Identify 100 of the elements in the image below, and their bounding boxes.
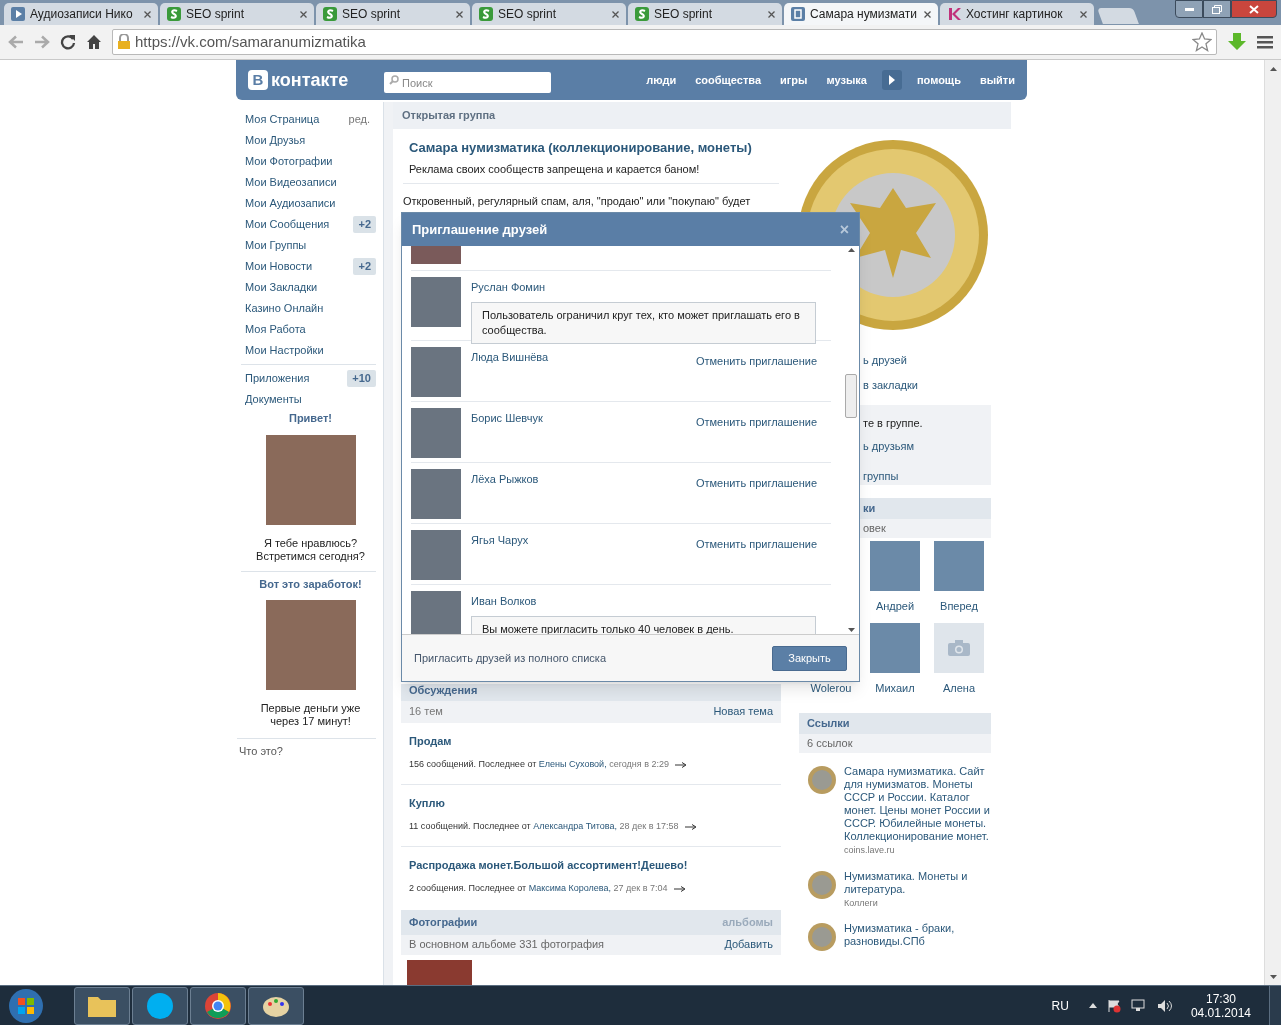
- new-tab-button[interactable]: [1097, 8, 1139, 24]
- close-dialog-button[interactable]: Закрыть: [772, 645, 847, 671]
- member-name[interactable]: Андрей: [875, 598, 915, 615]
- scrollbar-thumb[interactable]: [845, 374, 857, 418]
- show-desktop-button[interactable]: [1269, 985, 1281, 1025]
- taskbar-button[interactable]: [132, 986, 188, 1025]
- member-name[interactable]: Михаил: [875, 679, 915, 696]
- dialog-title: Приглашение друзей: [412, 220, 548, 239]
- scroll-up-icon[interactable]: [1269, 66, 1277, 71]
- nav-link[interactable]: выйти: [979, 71, 1015, 89]
- sidebar-item[interactable]: Мои Закладки: [245, 279, 318, 296]
- clock-time[interactable]: 17:30: [1205, 991, 1236, 1006]
- browser-tab[interactable]: SEO sprint: [628, 3, 782, 25]
- nav-link[interactable]: музыка: [826, 71, 867, 89]
- sidebar-item[interactable]: Мои Сообщения: [245, 216, 330, 233]
- add-photo-link[interactable]: Добавить: [724, 936, 773, 953]
- membership-link[interactable]: группы: [863, 468, 991, 485]
- sidebar-item[interactable]: Моя Страница: [245, 111, 320, 128]
- browser-tab[interactable]: SEO sprint: [316, 3, 470, 25]
- sidebar-item[interactable]: Документы: [245, 391, 302, 408]
- member-name[interactable]: Алена: [942, 679, 976, 696]
- nav-link[interactable]: люди: [646, 71, 677, 89]
- sidebar-item[interactable]: Мои Настройки: [245, 342, 324, 359]
- edit-link[interactable]: ред.: [348, 111, 370, 128]
- clock-date[interactable]: 04.01.2014: [1190, 1005, 1251, 1020]
- link-title[interactable]: Нумизматика - браки, разновиды.СПб: [844, 922, 991, 948]
- friend-name[interactable]: Люда Вишнёва: [471, 349, 549, 370]
- cancel-invite-link[interactable]: Отменить приглашение: [695, 414, 817, 431]
- sidebar-item[interactable]: Моя Работа: [245, 321, 306, 338]
- nav-link[interactable]: игры: [780, 71, 808, 89]
- member-name[interactable]: Wolerou: [810, 679, 852, 696]
- maximize-button[interactable]: [1203, 0, 1231, 18]
- address-bar[interactable]: https://vk.com/samaranumizmatika: [112, 29, 1217, 55]
- scroll-down-icon[interactable]: [1269, 974, 1277, 979]
- play-button[interactable]: [881, 70, 902, 90]
- browser-tab[interactable]: Аудиозаписи Нико: [4, 3, 158, 25]
- ad-text[interactable]: Я тебе нравлюсь? Встретимся сегодня?: [245, 536, 376, 563]
- search-field[interactable]: Поиск: [384, 72, 551, 93]
- nav-link[interactable]: помощь: [916, 71, 961, 89]
- cancel-invite-link[interactable]: Отменить приглашение: [695, 353, 817, 370]
- scrollbar[interactable]: [843, 246, 859, 634]
- author-link[interactable]: Александра Титова,: [533, 821, 618, 831]
- friend-name[interactable]: Борис Шевчук: [471, 410, 543, 431]
- ads-info-link[interactable]: Что это?: [239, 743, 376, 760]
- dollar-icon: [479, 7, 493, 21]
- menu-icon: [1257, 34, 1273, 50]
- sidebar-item[interactable]: Мои Друзья: [245, 132, 306, 149]
- browser-tab[interactable]: Самара нумизмати: [784, 3, 938, 25]
- member-count: овек: [863, 521, 886, 537]
- browser-tab[interactable]: SEO sprint: [472, 3, 626, 25]
- new-topic-link[interactable]: Новая тема: [713, 703, 773, 720]
- cancel-invite-link[interactable]: Отменить приглашение: [695, 475, 817, 492]
- sidebar-item[interactable]: Мои Группы: [245, 237, 307, 254]
- taskbar-button[interactable]: [248, 986, 304, 1025]
- browser-tab[interactable]: SEO sprint: [160, 3, 314, 25]
- link-title[interactable]: Нумизматика. Монеты и литература.: [844, 869, 991, 896]
- taskbar-button[interactable]: [74, 986, 130, 1025]
- dollar-icon: [323, 7, 337, 21]
- minimize-button[interactable]: [1175, 0, 1203, 18]
- sidebar-item[interactable]: Мои Аудиозаписи: [245, 195, 336, 212]
- language-indicator[interactable]: RU: [1051, 996, 1069, 1015]
- topic-title[interactable]: Куплю: [409, 794, 773, 811]
- browser-tab[interactable]: Хостинг картинок: [940, 3, 1094, 25]
- ad-text[interactable]: Первые деньги уже через 17 минут!: [245, 702, 376, 728]
- sidebar-item[interactable]: Казино Онлайн: [245, 300, 324, 317]
- ad-title[interactable]: Вот это заработок!: [245, 575, 376, 592]
- scroll-down-icon: [847, 628, 855, 632]
- action-link[interactable]: ь друзей: [863, 352, 991, 369]
- topic-title[interactable]: Продам: [409, 732, 773, 749]
- membership-link[interactable]: ь друзьям: [863, 437, 991, 454]
- avatar-placeholder[interactable]: [934, 622, 984, 673]
- friend-name[interactable]: Руслан Фомин: [471, 279, 546, 296]
- author-link[interactable]: Максима Королева,: [528, 883, 612, 893]
- invite-all-link[interactable]: Пригласить друзей из полного списка: [414, 649, 606, 667]
- sidebar-item[interactable]: Приложения: [245, 370, 310, 387]
- logo-text[interactable]: контакте: [271, 66, 349, 94]
- topic-count: 16 тем: [409, 704, 443, 720]
- sidebar-item[interactable]: Мои Новости: [245, 258, 313, 275]
- author-link[interactable]: Елены Суховой,: [538, 759, 607, 769]
- link-subtitle: Коллеги: [844, 896, 879, 910]
- link-title[interactable]: Самара нумизматика. Сайт для нумизматов. Монеты СССР и России. Каталог монет. Цены монет России и СССР. Юбилейные монеты. Коллекционирование монет.: [844, 765, 991, 843]
- logo-mark[interactable]: В: [248, 70, 268, 90]
- sidebar-item[interactable]: Мои Фотографии: [245, 153, 333, 170]
- sidebar-item[interactable]: Мои Видеозаписи: [245, 174, 337, 191]
- action-link[interactable]: в закладки: [863, 376, 991, 393]
- cancel-invite-link[interactable]: Отменить приглашение: [695, 536, 817, 553]
- photo-placeholder[interactable]: [265, 434, 356, 525]
- member-name[interactable]: Вперед: [940, 598, 978, 615]
- scrollbar[interactable]: [1264, 60, 1281, 985]
- friend-name[interactable]: Иван Волков: [471, 593, 537, 610]
- friend-name[interactable]: Лёха Рыжков: [471, 471, 539, 492]
- nav-link[interactable]: сообщества: [695, 71, 761, 89]
- photo-count: В основном альбоме 331 фотография: [409, 937, 605, 953]
- ad-title[interactable]: Привет!: [245, 410, 376, 427]
- close-button[interactable]: [1231, 0, 1277, 18]
- lock-icon: [117, 34, 131, 50]
- friend-name[interactable]: Ягья Чарух: [471, 532, 529, 553]
- taskbar-button[interactable]: [190, 986, 246, 1025]
- arrow-icon: [673, 885, 686, 892]
- topic-title[interactable]: Распродажа монет.Большой ассортимент!Дешево!: [409, 856, 773, 873]
